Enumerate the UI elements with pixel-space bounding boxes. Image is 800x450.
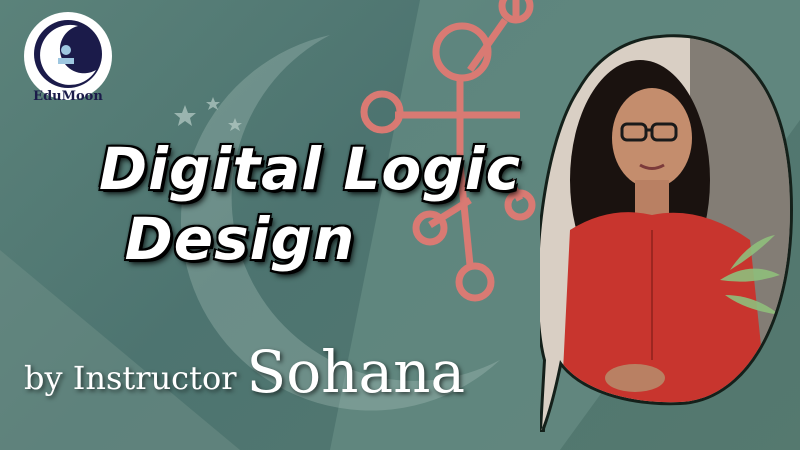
title-line-1: Digital Logic bbox=[99, 135, 521, 203]
instructor-portrait bbox=[540, 34, 794, 432]
red-dress bbox=[560, 212, 770, 431]
byline-prefix: by Instructor bbox=[24, 359, 237, 397]
thumbnail-canvas: EduMoon Digital Logic Design by Instruct… bbox=[0, 0, 800, 450]
logo-text: EduMoon bbox=[33, 89, 103, 104]
instructor-name: Sohana bbox=[246, 338, 466, 406]
title-line-2: Design bbox=[124, 205, 356, 273]
byline: by Instructor Sohana bbox=[24, 338, 465, 406]
edumoon-logo: EduMoon bbox=[24, 12, 112, 104]
